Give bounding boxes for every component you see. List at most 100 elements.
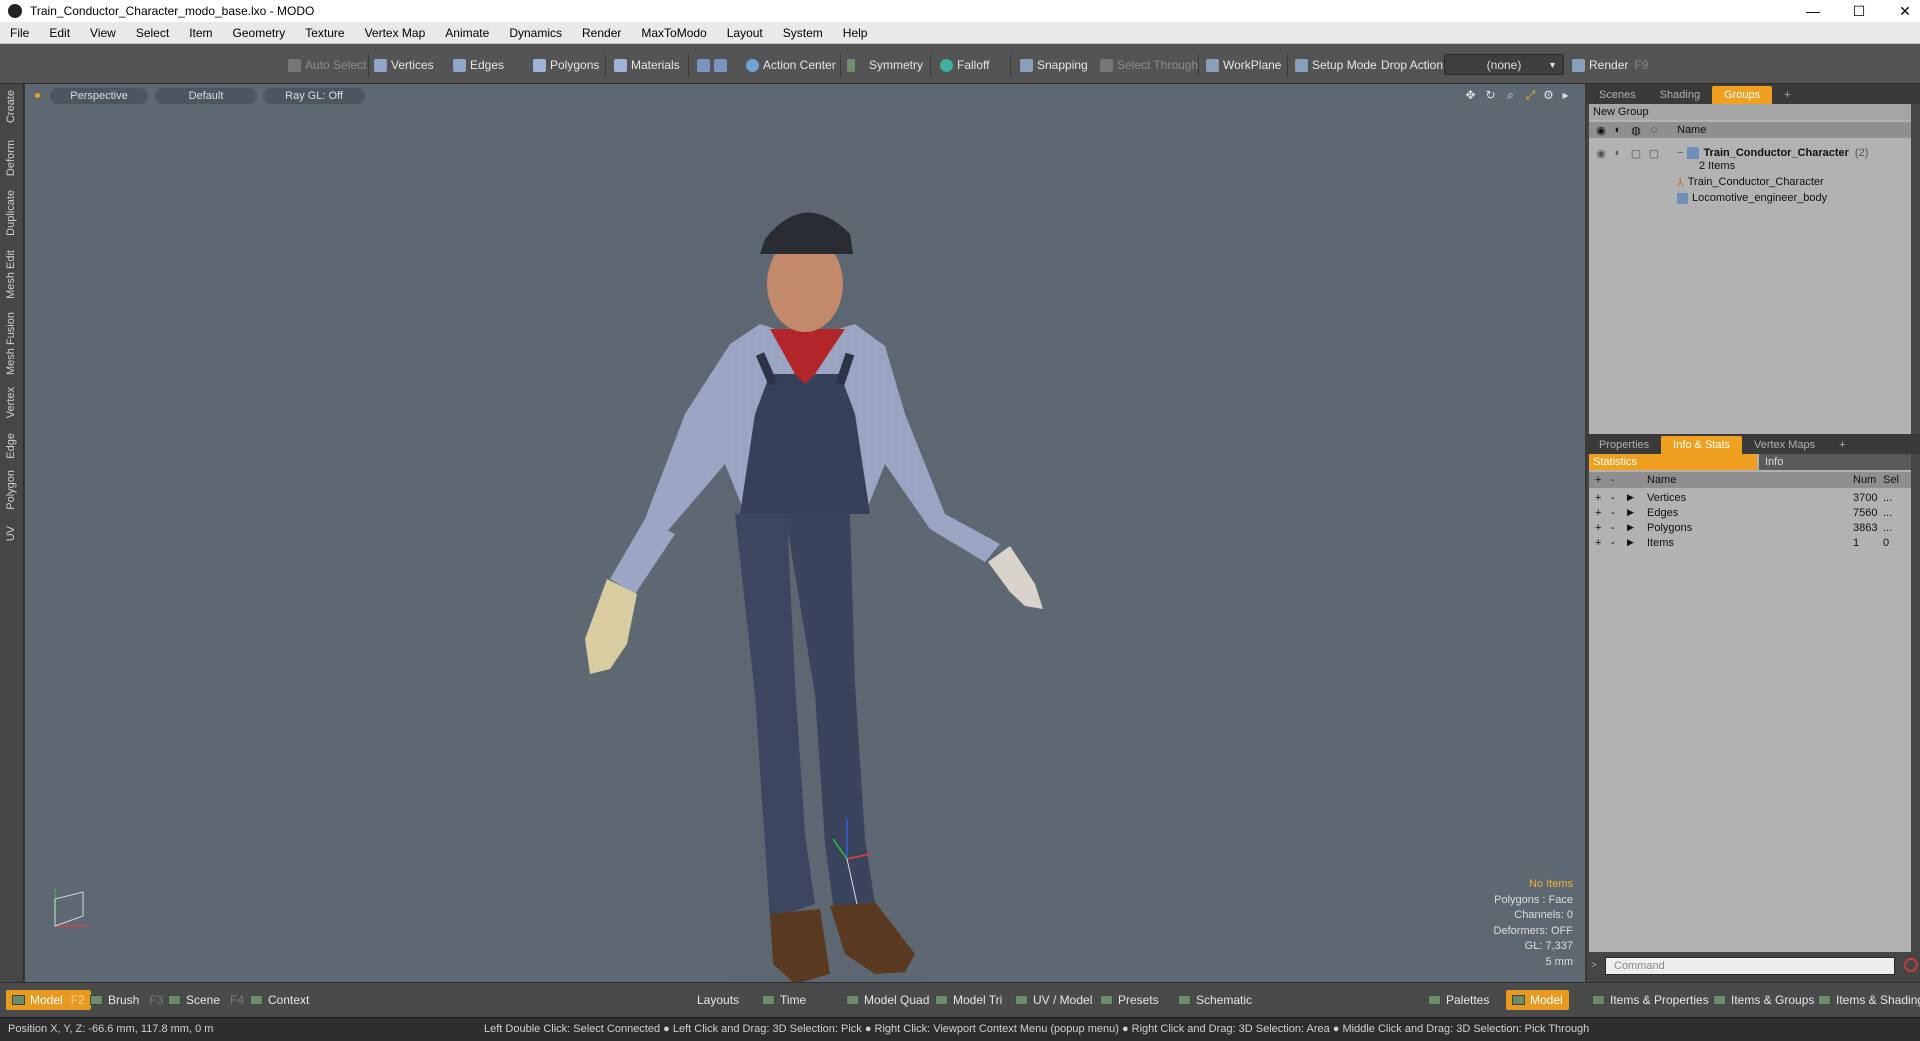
menu-system[interactable]: System xyxy=(773,26,833,40)
tab-vertex[interactable]: Vertex xyxy=(5,387,17,418)
model-mode-button[interactable]: Model F2 xyxy=(6,990,91,1010)
symmetry-icon xyxy=(847,58,855,72)
stats-row[interactable]: + - ▶ Vertices 3700 ... xyxy=(1589,490,1911,505)
schematic-button[interactable]: Schematic xyxy=(1178,990,1252,1010)
falloff-button[interactable]: Falloff xyxy=(940,55,989,75)
snapping-button[interactable]: Snapping xyxy=(1020,55,1088,75)
collapse-icon[interactable]: − xyxy=(1677,147,1683,159)
tab-deform[interactable]: Deform xyxy=(5,140,17,176)
select-toggle-icon[interactable]: ▢ xyxy=(1645,147,1663,160)
menu-file[interactable]: File xyxy=(0,26,39,40)
add-tab-icon[interactable]: + xyxy=(1827,436,1857,454)
menu-vertex-map[interactable]: Vertex Map xyxy=(355,26,436,40)
vertices-button[interactable]: Vertices xyxy=(374,55,434,75)
character-model[interactable] xyxy=(25,84,1585,982)
menu-maxtomodo[interactable]: MaxToModo xyxy=(631,26,716,40)
eye-icon[interactable]: ◉ xyxy=(1593,147,1609,160)
menu-select[interactable]: Select xyxy=(126,26,179,40)
group-child-row[interactable]: Locomotive_engineer_body xyxy=(1677,190,1827,206)
minimize-icon[interactable]: — xyxy=(1790,0,1836,22)
info-polygons: Polygons : Face xyxy=(1494,893,1573,906)
tab-shading[interactable]: Shading xyxy=(1648,86,1712,104)
element-select-button[interactable] xyxy=(697,55,731,75)
symmetry-button[interactable]: Symmetry xyxy=(847,55,923,75)
stats-row[interactable]: + - ▶ Edges 7560 ... xyxy=(1589,505,1911,520)
lock-toggle-icon[interactable]: ▢ xyxy=(1627,147,1645,160)
tab-polygon[interactable]: Polygon xyxy=(5,470,17,510)
auto-select-button[interactable]: Auto Select xyxy=(288,55,366,75)
tab-duplicate[interactable]: Duplicate xyxy=(5,190,17,236)
model-layout-button[interactable]: Model xyxy=(1506,990,1569,1010)
menu-render[interactable]: Render xyxy=(572,26,631,40)
materials-button[interactable]: Materials xyxy=(614,55,680,75)
3d-viewport[interactable]: Perspective Default Ray GL: Off ✥ ↻ ⌕ ⤢ … xyxy=(25,84,1585,982)
close-icon[interactable]: ✕ xyxy=(1882,0,1920,22)
subtab-info[interactable]: Info xyxy=(1759,454,1911,470)
brush-mode-button[interactable]: Brush F3 xyxy=(90,990,163,1010)
subtab-statistics[interactable]: Statistics xyxy=(1589,454,1757,470)
left-tool-tabs: Create Deform Duplicate Mesh Edit Mesh F… xyxy=(0,84,24,982)
palettes-button[interactable]: Palettes xyxy=(1428,990,1489,1010)
tab-scenes[interactable]: Scenes xyxy=(1587,86,1648,104)
tab-edge[interactable]: Edge xyxy=(5,433,17,459)
viewport-info-overlay: No Items Polygons : Face Channels: 0 Def… xyxy=(1494,877,1573,970)
tab-groups[interactable]: Groups xyxy=(1712,86,1773,104)
time-button[interactable]: Time xyxy=(762,990,806,1010)
group-root-subcount: 2 Items xyxy=(1699,160,1736,172)
layouts-button[interactable]: Layouts xyxy=(697,990,739,1010)
menu-edit[interactable]: Edit xyxy=(39,26,80,40)
tab-uv[interactable]: UV xyxy=(5,526,17,541)
polygons-button[interactable]: Polygons xyxy=(533,55,599,75)
group-child-row[interactable]: ⅄ Train_Conductor_Character xyxy=(1677,174,1824,190)
context-button[interactable]: Context xyxy=(250,990,309,1010)
tab-create[interactable]: Create xyxy=(5,90,17,123)
render-button[interactable]: Render F9 xyxy=(1572,55,1648,75)
command-input[interactable]: Command xyxy=(1605,957,1895,975)
menu-help[interactable]: Help xyxy=(833,26,878,40)
edges-button[interactable]: Edges xyxy=(453,55,504,75)
items-groups-button[interactable]: Items & Groups xyxy=(1713,990,1814,1010)
items-properties-button[interactable]: Items & Properties xyxy=(1592,990,1709,1010)
model-tri-button[interactable]: Model Tri xyxy=(935,990,1002,1010)
new-group-button[interactable]: New Group xyxy=(1589,104,1911,120)
tab-mesh-fusion[interactable]: Mesh Fusion xyxy=(5,312,17,375)
menu-texture[interactable]: Texture xyxy=(295,26,354,40)
statistics-panel: Statistics Info + - Name Num Sel + - ▶ Ver… xyxy=(1589,454,1911,952)
collapse-all-icon[interactable]: - xyxy=(1611,474,1635,486)
tab-info-stats[interactable]: Info & Stats xyxy=(1661,436,1743,454)
scene-mode-button[interactable]: Scene F4 xyxy=(168,990,244,1010)
stats-row[interactable]: + - ▶ Items 1 0 xyxy=(1589,535,1911,550)
select-toggle-icon: ◌ xyxy=(1650,124,1658,136)
info-panel-tabs: Properties Info & Stats Vertex Maps + xyxy=(1587,434,1920,454)
drop-action-select[interactable]: (none) ▼ xyxy=(1444,54,1564,75)
expand-all-icon[interactable]: + xyxy=(1595,474,1611,486)
position-readout: Position X, Y, Z: -66.6 mm, 117.8 mm, 0 … xyxy=(8,1023,214,1035)
maximize-icon[interactable]: ☐ xyxy=(1836,0,1882,22)
render-toggle-icon[interactable]: ◐ xyxy=(1609,147,1627,159)
tab-mesh-edit[interactable]: Mesh Edit xyxy=(5,250,17,299)
record-icon[interactable] xyxy=(1904,958,1918,972)
menu-dynamics[interactable]: Dynamics xyxy=(499,26,572,40)
uv-model-button[interactable]: UV / Model xyxy=(1015,990,1092,1010)
menu-geometry[interactable]: Geometry xyxy=(223,26,296,40)
menu-animate[interactable]: Animate xyxy=(435,26,499,40)
model-quad-button[interactable]: Model Quad xyxy=(846,990,929,1010)
menu-layout[interactable]: Layout xyxy=(717,26,773,40)
add-tab-icon[interactable]: + xyxy=(1772,86,1802,104)
select-through-button[interactable]: Select Through xyxy=(1100,55,1198,75)
presets-button[interactable]: Presets xyxy=(1100,990,1159,1010)
stats-row[interactable]: + - ▶ Polygons 3863 ... xyxy=(1589,520,1911,535)
action-center-button[interactable]: Action Center xyxy=(746,55,836,75)
workplane-button[interactable]: WorkPlane xyxy=(1206,55,1281,75)
group-row-root[interactable]: ◉ ◐ ▢ ▢ − Train_Conductor_Character (2) xyxy=(1589,140,1911,166)
menu-view[interactable]: View xyxy=(80,26,126,40)
tab-vertex-maps[interactable]: Vertex Maps xyxy=(1742,436,1827,454)
menu-item[interactable]: Item xyxy=(179,26,222,40)
title-bar: Train_Conductor_Character_modo_base.lxo … xyxy=(0,0,1920,22)
setup-mode-button[interactable]: Setup Mode xyxy=(1295,55,1377,75)
tab-properties[interactable]: Properties xyxy=(1587,436,1661,454)
items-shading-button[interactable]: Items & Shading xyxy=(1818,990,1920,1010)
action-center-icon xyxy=(746,58,759,72)
triangle-right-icon: ▶ xyxy=(1627,522,1634,532)
group-root-count: (2) xyxy=(1854,147,1869,159)
